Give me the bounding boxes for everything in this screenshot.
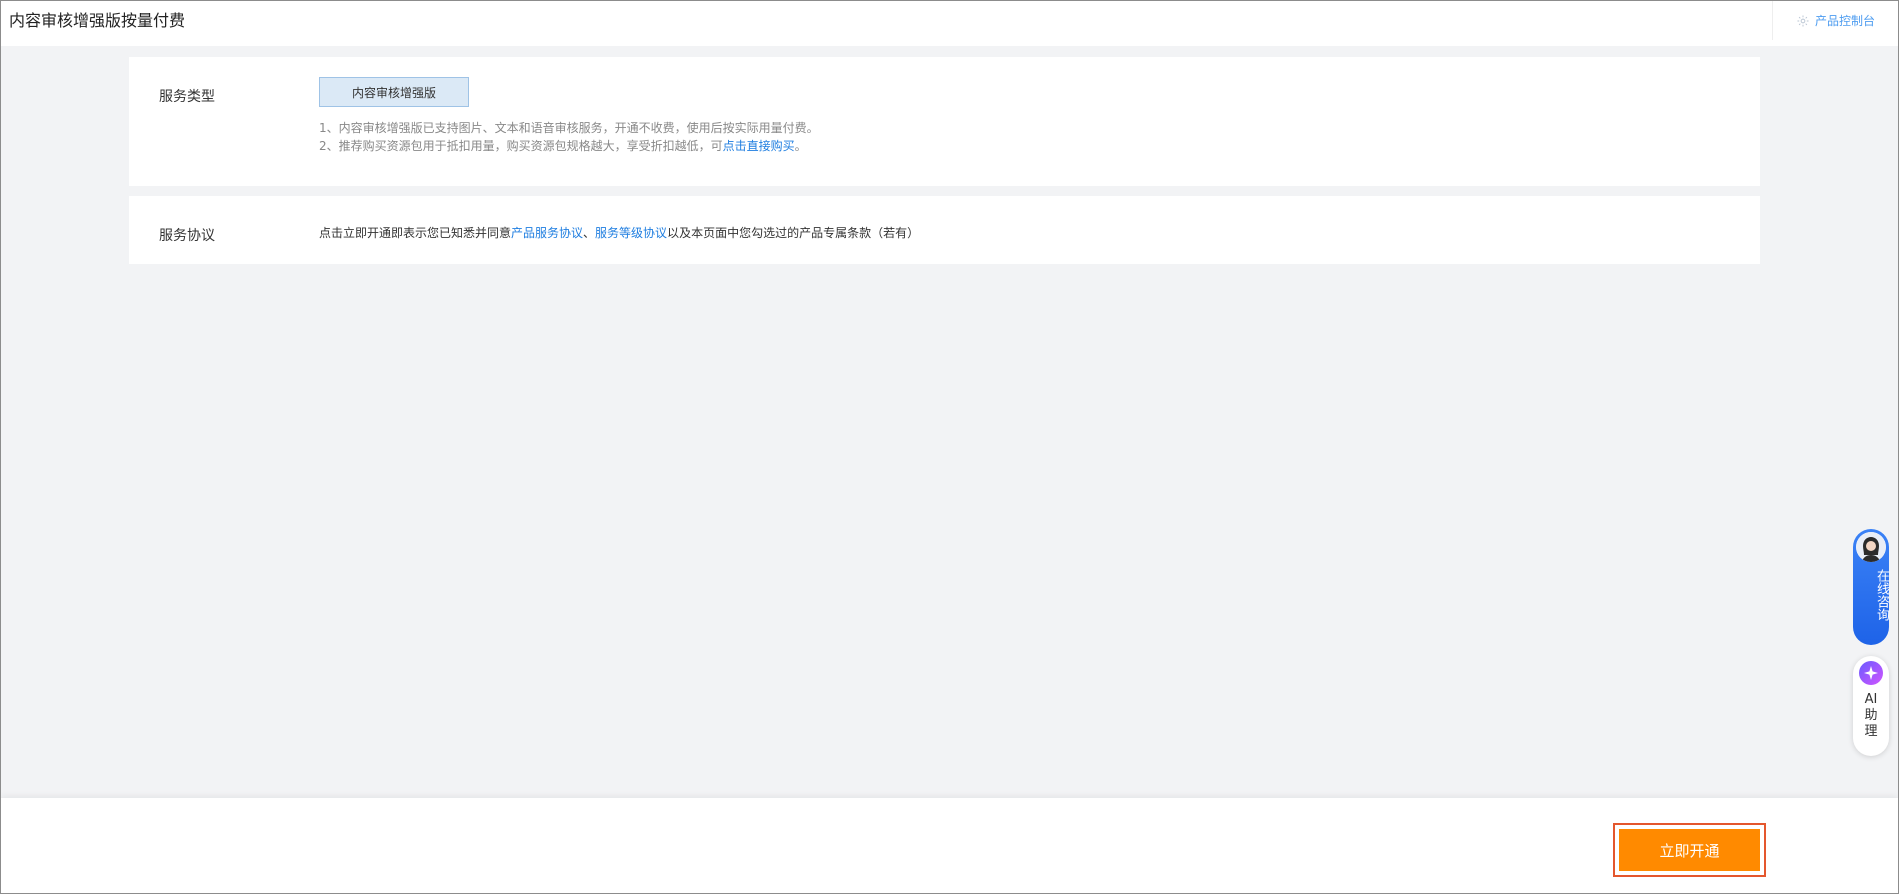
ai-assistant-label: AI 助 理 xyxy=(1853,692,1889,740)
agreement-section: 服务协议 点击立即开通即表示您已知悉并同意产品服务协议、服务等级协议以及本页面中… xyxy=(129,196,1760,264)
agreement-separator: 、 xyxy=(583,226,596,240)
direct-purchase-link[interactable]: 点击直接购买 xyxy=(723,139,795,153)
ai-label-line-1: AI xyxy=(1864,692,1878,707)
action-footer: 立即开通 xyxy=(1,798,1898,893)
page-header: 内容审核增强版按量付费 产品控制台 xyxy=(1,1,1898,46)
note-line-2-suffix: 。 xyxy=(794,139,807,153)
service-type-option[interactable]: 内容审核增强版 xyxy=(319,77,469,107)
service-level-agreement-link[interactable]: 服务等级协议 xyxy=(595,226,667,240)
note-line-2-prefix: 2、推荐购买资源包用于抵扣用量，购买资源包规格越大，享受折扣越低，可 xyxy=(319,139,723,153)
agreement-suffix: 以及本页面中您勾选过的产品专属条款（若有） xyxy=(667,226,920,240)
service-type-label: 服务类型 xyxy=(159,89,215,105)
ai-label-line-2: 助 xyxy=(1864,708,1878,723)
ai-assistant-button[interactable]: AI 助 理 xyxy=(1853,656,1889,756)
gear-icon xyxy=(1797,14,1809,27)
consultant-avatar-icon xyxy=(1856,532,1886,562)
ai-sparkle-icon xyxy=(1859,661,1883,685)
page-frame: 内容审核增强版按量付费 产品控制台 服务类型 内容审核增强版 1、内容审核增强版… xyxy=(0,0,1899,894)
product-console-label: 产品控制台 xyxy=(1814,14,1875,28)
page-title: 内容审核增强版按量付费 xyxy=(9,11,186,30)
note-line-2: 2、推荐购买资源包用于抵扣用量，购买资源包规格越大，享受折扣越低，可点击直接购买… xyxy=(319,137,819,155)
agreement-text: 点击立即开通即表示您已知悉并同意产品服务协议、服务等级协议以及本页面中您勾选过的… xyxy=(319,224,919,241)
agreement-label: 服务协议 xyxy=(159,228,215,244)
online-consult-button[interactable]: 在线咨询 xyxy=(1853,529,1889,645)
agreement-prefix: 点击立即开通即表示您已知悉并同意 xyxy=(319,226,512,240)
ai-label-line-3: 理 xyxy=(1864,724,1878,739)
service-type-section: 服务类型 内容审核增强版 1、内容审核增强版已支持图片、文本和语音审核服务，开通… xyxy=(129,57,1760,186)
product-console-link[interactable]: 产品控制台 xyxy=(1772,1,1898,40)
open-now-button[interactable]: 立即开通 xyxy=(1619,829,1760,871)
service-type-notes: 1、内容审核增强版已支持图片、文本和语音审核服务，开通不收费，使用后按实际用量付… xyxy=(319,119,819,155)
product-service-agreement-link[interactable]: 产品服务协议 xyxy=(511,226,583,240)
note-line-1: 1、内容审核增强版已支持图片、文本和语音审核服务，开通不收费，使用后按实际用量付… xyxy=(319,121,819,135)
online-consult-label: 在线咨询 xyxy=(1874,569,1889,621)
open-button-highlight: 立即开通 xyxy=(1613,823,1766,877)
